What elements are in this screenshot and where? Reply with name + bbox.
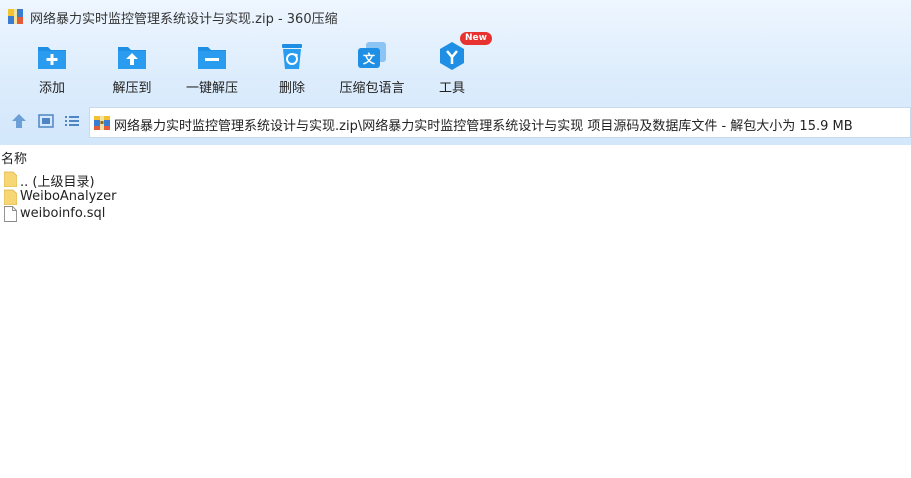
one-click-extract-label: 一键解压	[185, 81, 238, 96]
delete-label: 删除	[278, 81, 305, 96]
extract-to-button[interactable]: 解压到	[92, 36, 172, 98]
window-title: 网络暴力实时监控管理系统设计与实现.zip - 360压缩	[30, 12, 338, 27]
quick-extract-icon	[198, 47, 226, 69]
toolbar: 添加 解压到 一键解压 删除 文 压缩包语言 New 工具	[0, 32, 911, 98]
column-header-name[interactable]: 名称	[1, 148, 27, 167]
tools-label: 工具	[438, 81, 465, 96]
file-name: weiboinfo.sql	[20, 206, 106, 221]
archive-language-label: 压缩包语言	[339, 81, 405, 96]
top-chrome: 网络暴力实时监控管理系统设计与实现.zip - 360压缩 添加 解压到 一键解…	[0, 0, 911, 145]
title-bar: 网络暴力实时监控管理系统设计与实现.zip - 360压缩	[0, 0, 911, 32]
zip-archive-icon	[94, 116, 110, 130]
file-name: WeiboAnalyzer	[20, 189, 117, 204]
extract-folder-icon	[118, 47, 146, 69]
view-thumbnail-icon[interactable]	[37, 112, 55, 130]
file-row-weiboinfo-sql[interactable]: weiboinfo.sql	[4, 205, 304, 222]
trash-icon	[282, 44, 302, 69]
svg-text:文: 文	[363, 51, 376, 66]
add-folder-icon	[38, 47, 66, 69]
archive-language-button[interactable]: 文 压缩包语言	[332, 36, 412, 98]
document-icon	[4, 206, 17, 222]
extract-to-label: 解压到	[112, 81, 152, 96]
add-label: 添加	[38, 81, 65, 96]
delete-button[interactable]: 删除	[252, 36, 332, 98]
translate-icon: 文	[358, 42, 386, 68]
one-click-extract-button[interactable]: 一键解压	[172, 36, 252, 98]
view-list-icon[interactable]	[63, 112, 81, 130]
address-bar[interactable]: 网络暴力实时监控管理系统设计与实现.zip\网络暴力实时监控管理系统设计与实现 …	[89, 107, 911, 138]
file-list: 名称 .. (上级目录) WeiboAnalyzer weiboinfo.sql	[0, 145, 911, 478]
folder-icon	[4, 171, 17, 187]
file-row-weiboanalyzer[interactable]: WeiboAnalyzer	[4, 188, 304, 205]
folder-icon	[4, 189, 17, 205]
add-button[interactable]: 添加	[12, 36, 92, 98]
up-arrow-icon[interactable]	[10, 112, 28, 130]
path-bar: 网络暴力实时监控管理系统设计与实现.zip\网络暴力实时监控管理系统设计与实现 …	[0, 104, 911, 138]
tools-icon	[440, 42, 464, 70]
tools-button[interactable]: New 工具	[412, 32, 492, 98]
address-path: 网络暴力实时监控管理系统设计与实现.zip\网络暴力实时监控管理系统设计与实现 …	[114, 119, 853, 134]
new-badge: New	[460, 32, 492, 45]
file-row-parent-directory[interactable]: .. (上级目录)	[4, 170, 304, 190]
archive-app-icon	[8, 9, 23, 24]
